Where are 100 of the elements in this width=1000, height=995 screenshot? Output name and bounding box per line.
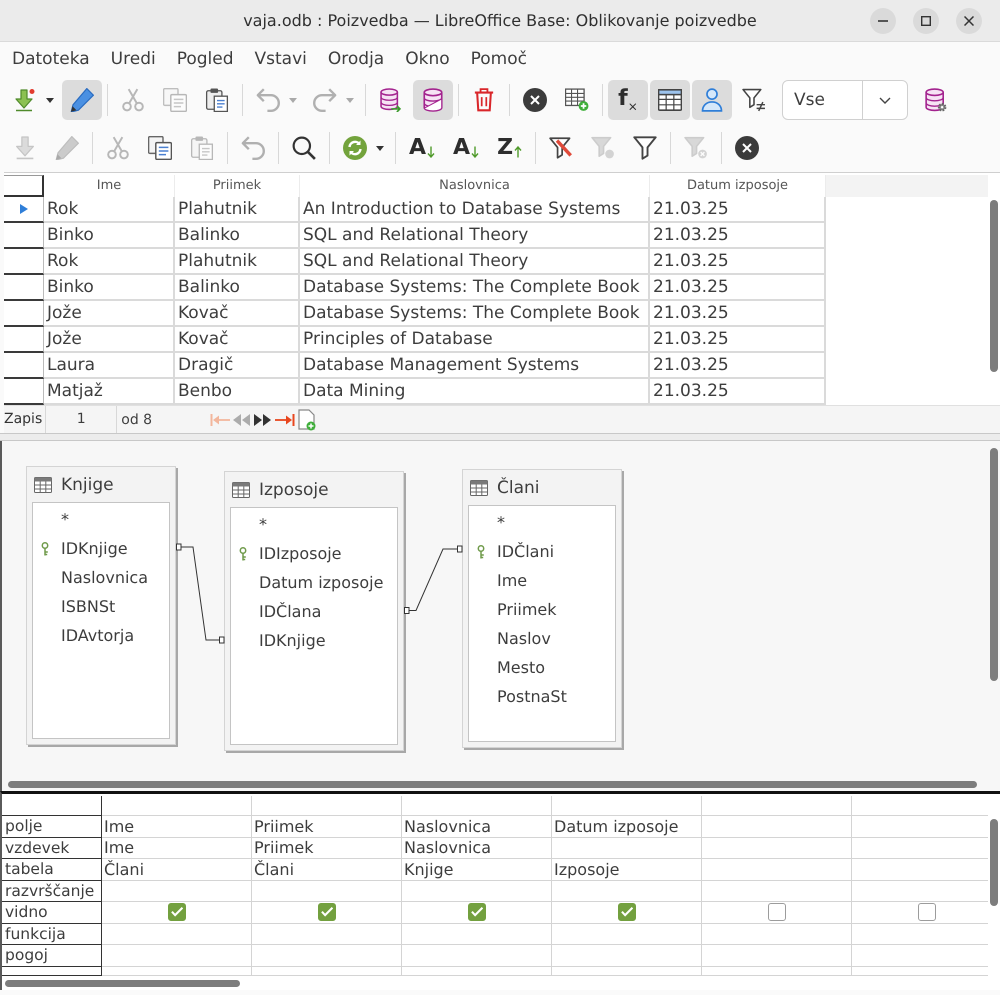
column-header[interactable] bbox=[402, 796, 552, 816]
checkbox[interactable] bbox=[168, 903, 186, 922]
table-cell[interactable]: Člani bbox=[102, 859, 252, 880]
checkbox[interactable] bbox=[768, 903, 786, 922]
menu-item[interactable]: Uredi bbox=[102, 46, 164, 72]
row-header[interactable] bbox=[4, 223, 44, 249]
table-names-button[interactable] bbox=[650, 80, 690, 120]
table-cell[interactable] bbox=[102, 880, 252, 902]
field-name[interactable]: Naslovnica bbox=[61, 568, 148, 587]
splitter[interactable] bbox=[0, 433, 1000, 441]
table-cell[interactable] bbox=[402, 945, 552, 966]
row-header[interactable] bbox=[4, 327, 44, 353]
table-cell[interactable] bbox=[102, 924, 252, 945]
row-header[interactable] bbox=[4, 301, 44, 327]
table-cell[interactable] bbox=[852, 880, 988, 902]
sort-button[interactable]: Z bbox=[489, 128, 530, 168]
table-cell[interactable] bbox=[402, 924, 552, 945]
field-name[interactable]: * bbox=[61, 510, 69, 529]
table-window[interactable]: Izposoje * IDIzposoje Datum izposoje IDČlana IDKnjige bbox=[224, 471, 404, 751]
table-cell[interactable] bbox=[852, 838, 988, 859]
menu-item[interactable]: Vstavi bbox=[246, 46, 315, 72]
field-name[interactable]: PostnaSt bbox=[497, 687, 567, 706]
table-cell[interactable]: Priimek bbox=[252, 816, 402, 838]
menu-item[interactable]: Pogled bbox=[168, 46, 242, 72]
row-header[interactable] bbox=[4, 275, 44, 301]
field-name[interactable]: IDČlani bbox=[497, 542, 554, 561]
field-name[interactable]: IDKnjige bbox=[61, 539, 128, 558]
column-header[interactable]: Naslovnica bbox=[300, 175, 650, 197]
row-header[interactable]: vidno bbox=[2, 902, 102, 924]
field-name[interactable]: Ime bbox=[497, 571, 528, 590]
minimize-button[interactable] bbox=[870, 8, 896, 34]
table-cell[interactable] bbox=[102, 945, 252, 966]
table-cell[interactable] bbox=[552, 880, 702, 902]
field-name[interactable]: * bbox=[259, 515, 267, 534]
checkbox[interactable] bbox=[618, 903, 636, 922]
row-header[interactable]: tabela bbox=[2, 859, 102, 880]
table-window[interactable]: Člani * IDČlani Ime Priimek Naslov Mesto PostnaSt bbox=[462, 469, 622, 748]
table-cell[interactable] bbox=[252, 924, 402, 945]
vertical-scrollbar[interactable] bbox=[990, 819, 998, 906]
limit-dropdown[interactable]: Vse bbox=[782, 80, 908, 120]
row-header[interactable] bbox=[4, 353, 44, 379]
horizontal-scrollbar[interactable] bbox=[8, 780, 977, 788]
table-cell[interactable]: Ime bbox=[102, 838, 252, 859]
field-name[interactable]: IDKnjige bbox=[259, 631, 326, 650]
menu-item[interactable]: Pomoč bbox=[462, 46, 535, 72]
select-all-corner[interactable] bbox=[4, 175, 44, 197]
table-cell[interactable]: Naslovnica bbox=[402, 838, 552, 859]
relation-line[interactable] bbox=[404, 546, 462, 614]
row-header[interactable]: vzdevek bbox=[2, 838, 102, 859]
column-header[interactable] bbox=[252, 796, 402, 816]
new-record-button[interactable] bbox=[297, 408, 318, 430]
field-name[interactable]: Naslov bbox=[497, 629, 551, 648]
column-header[interactable] bbox=[702, 796, 852, 816]
table-cell[interactable]: Naslovnica bbox=[402, 816, 552, 838]
field-name[interactable]: Datum izposoje bbox=[259, 573, 384, 592]
edit-button[interactable] bbox=[62, 80, 102, 120]
select-all-corner[interactable] bbox=[2, 796, 102, 816]
table-cell[interactable] bbox=[252, 880, 402, 902]
table-cell[interactable] bbox=[552, 924, 702, 945]
table-cell[interactable] bbox=[852, 924, 988, 945]
menu-item[interactable]: Orodja bbox=[320, 46, 392, 72]
menu-item[interactable]: Okno bbox=[397, 46, 458, 72]
horizontal-scrollbar[interactable] bbox=[5, 980, 240, 987]
column-header[interactable] bbox=[552, 796, 702, 816]
next-record-button[interactable] bbox=[253, 414, 274, 426]
menu-item[interactable]: Datoteka bbox=[4, 46, 98, 72]
field-name[interactable]: IDČlana bbox=[259, 602, 322, 621]
row-header[interactable] bbox=[4, 197, 44, 223]
table-cell[interactable]: Priimek bbox=[252, 838, 402, 859]
column-header[interactable]: Datum izposoje bbox=[650, 175, 826, 197]
row-header[interactable]: polje bbox=[2, 816, 102, 838]
functions-button[interactable]: f$_{×}$ bbox=[608, 80, 648, 120]
field-name[interactable]: * bbox=[497, 513, 505, 532]
table-window[interactable]: Knjige * IDKnjige Naslovnica ISBNSt IDAvtorja bbox=[26, 466, 176, 745]
table-cell[interactable] bbox=[702, 859, 852, 880]
row-header[interactable]: funkcija bbox=[2, 924, 102, 945]
table-cell[interactable] bbox=[702, 924, 852, 945]
table-cell[interactable] bbox=[402, 880, 552, 902]
column-header[interactable]: Priimek bbox=[175, 175, 300, 197]
relation-line[interactable] bbox=[176, 544, 224, 644]
design-view-button[interactable] bbox=[413, 80, 453, 120]
last-record-button[interactable] bbox=[274, 412, 296, 426]
field-name[interactable]: IDIzposoje bbox=[259, 544, 342, 563]
field-name[interactable]: ISBNSt bbox=[61, 597, 116, 616]
checkbox[interactable] bbox=[318, 903, 336, 922]
column-header[interactable]: Ime bbox=[44, 175, 175, 197]
table-cell[interactable] bbox=[552, 945, 702, 966]
close-button[interactable] bbox=[956, 8, 982, 34]
table-cell[interactable] bbox=[552, 838, 702, 859]
table-cell[interactable] bbox=[702, 816, 852, 838]
table-cell[interactable]: Izposoje bbox=[552, 859, 702, 880]
table-cell[interactable] bbox=[702, 945, 852, 966]
row-header[interactable]: razvrščanje bbox=[2, 880, 102, 902]
table-cell[interactable]: Datum izposoje bbox=[552, 816, 702, 838]
vertical-scrollbar[interactable] bbox=[990, 200, 998, 372]
sort-ascending-button[interactable]: A bbox=[401, 128, 444, 168]
row-header[interactable] bbox=[4, 379, 44, 405]
vertical-scrollbar[interactable] bbox=[990, 448, 998, 681]
sort-descending-button[interactable]: A bbox=[445, 128, 488, 168]
checkbox[interactable] bbox=[468, 903, 486, 922]
